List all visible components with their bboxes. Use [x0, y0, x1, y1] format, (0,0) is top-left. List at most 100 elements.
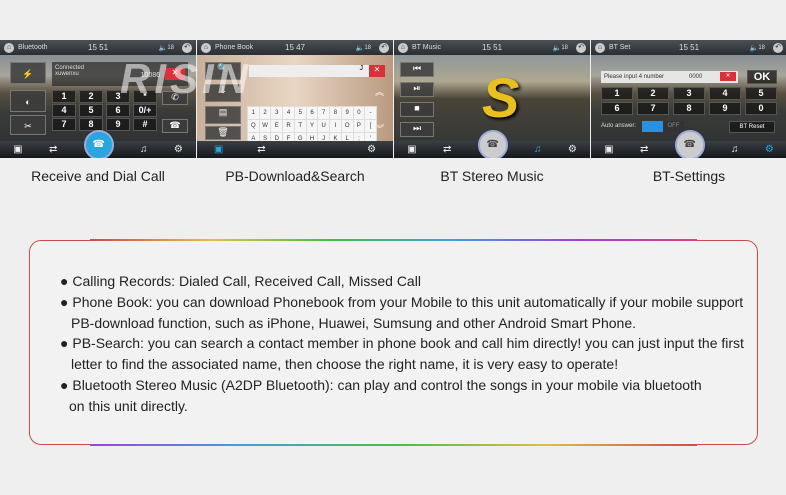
keyboard-key[interactable]: 3 [271, 107, 283, 119]
keypad-key[interactable]: 2 [79, 90, 103, 103]
back-icon[interactable]: ↶ [379, 42, 389, 53]
bottom-bar: ▣ ⇄ ☎ ♫ ⚙ [0, 129, 196, 158]
keypad-key[interactable]: 8 [673, 102, 705, 115]
bottom-bar: ▣ ⇄ ☎ ♫ ⚙ [394, 129, 590, 158]
scroll-up-icon[interactable]: ︽ [375, 85, 384, 98]
caption-settings: BT-Settings [652, 168, 726, 184]
keyboard-key[interactable]: 6 [306, 107, 318, 119]
bt-reset-button[interactable]: BT Reset [729, 121, 775, 133]
delete-icon[interactable]: 🗑 [205, 126, 241, 140]
bluetooth-music-logo: S [482, 66, 520, 129]
feature-item: ● Phone Book: you can download Phonebook… [60, 293, 744, 310]
keypad-key[interactable]: 1 [52, 90, 76, 103]
home-icon[interactable]: ⌂ [595, 42, 605, 53]
caption-dial: Receive and Dial Call [31, 168, 165, 184]
bottom-bar: ▣ ⇄ ⚙ [197, 141, 393, 158]
previous-icon[interactable]: ⏮ [400, 62, 434, 77]
keyboard-key[interactable]: U [318, 120, 330, 132]
dial-icon[interactable]: ☎ [674, 129, 705, 158]
back-icon[interactable]: ↶ [576, 42, 586, 53]
ok-button[interactable]: OK [747, 70, 777, 84]
keyboard-key[interactable]: 2 [259, 107, 271, 119]
keyboard-key[interactable]: 4 [283, 107, 294, 119]
bt-settings-screen: ⌂ BT Set 15 51 🔈 18 ↶ Please input 4 number 00… [591, 40, 786, 158]
disconnect-button[interactable]: ✂ [10, 115, 46, 135]
keyboard-key[interactable]: R [283, 120, 294, 132]
keyboard-key[interactable]: 7 [318, 107, 330, 119]
back-icon[interactable]: ↶ [182, 42, 192, 53]
keyboard-key[interactable]: W [259, 120, 271, 132]
keyboard-key[interactable]: 1 [248, 107, 259, 119]
auto-answer-toggle[interactable]: ON OFF [642, 121, 684, 132]
settings-icon[interactable]: ⚙ [568, 144, 577, 155]
keypad-key[interactable]: 6 [601, 102, 633, 115]
stop-icon[interactable]: ■ [400, 102, 434, 117]
keyboard-key[interactable]: 5 [294, 107, 306, 119]
keyboard-key[interactable]: - [365, 107, 376, 119]
keyboard-key[interactable]: Y [306, 120, 318, 132]
keypad-key[interactable]: 0 [745, 102, 777, 115]
save-icon[interactable]: ▤ [205, 106, 241, 124]
volume-icon[interactable]: 🔈 [750, 44, 759, 52]
call-log-icon[interactable]: ⇄ [49, 144, 57, 155]
call-log-icon[interactable]: ⇄ [640, 144, 648, 155]
keyboard-key[interactable]: Q [248, 120, 259, 132]
delete-icon[interactable]: ✕ [720, 72, 736, 81]
keypad-key[interactable]: 6 [106, 104, 130, 117]
keypad-key[interactable]: 7 [637, 102, 669, 115]
keypad-key[interactable]: 5 [745, 87, 777, 100]
next-icon[interactable]: ⏭ [400, 122, 434, 137]
call-log-icon[interactable]: ⇄ [257, 144, 265, 155]
keypad-key[interactable]: 4 [52, 104, 76, 117]
settings-icon[interactable]: ⚙ [174, 144, 183, 155]
contacts-icon[interactable]: ▣ [604, 144, 613, 155]
contacts-icon[interactable]: ▣ [407, 144, 416, 155]
pin-input[interactable]: Please input 4 number 0000 ✕ [601, 71, 738, 83]
keypad-key[interactable]: # [133, 118, 157, 131]
volume-icon[interactable]: 🔈 [356, 44, 365, 52]
volume-icon[interactable]: 🔈 [159, 44, 168, 52]
keyboard-key[interactable]: 8 [330, 107, 341, 119]
call-log-icon[interactable]: ⇄ [443, 144, 451, 155]
hang-up-button[interactable]: ☎ [162, 119, 188, 133]
music-icon[interactable]: ♫ [534, 144, 542, 155]
keypad-key[interactable]: 3 [673, 87, 705, 100]
volume-icon[interactable]: 🔈 [553, 44, 562, 52]
keypad-key[interactable]: 4 [709, 87, 741, 100]
play-pause-icon[interactable]: ⏯ [400, 82, 434, 97]
keypad-key[interactable]: 5 [79, 104, 103, 117]
connect-button[interactable]: ⚡ [10, 62, 46, 84]
top-bar: ⌂ BT Set 15 51 🔈 18 ↶ [591, 40, 786, 55]
feature-box: ● Calling Records: Dialed Call, Received… [29, 239, 758, 446]
back-icon[interactable]: ↶ [773, 42, 783, 53]
keyboard-key[interactable]: P [353, 120, 365, 132]
home-icon[interactable]: ⌂ [201, 42, 211, 53]
keyboard-key[interactable]: T [294, 120, 306, 132]
keypad-key[interactable]: 0/+ [133, 104, 157, 117]
keyboard-key[interactable]: 9 [341, 107, 353, 119]
contacts-icon[interactable]: ▣ [214, 144, 223, 155]
dial-icon[interactable]: ☎ [83, 129, 114, 158]
settings-icon[interactable]: ⚙ [765, 144, 774, 155]
settings-icon[interactable]: ⚙ [367, 144, 376, 155]
keypad-key[interactable]: 1 [601, 87, 633, 100]
contacts-icon[interactable]: ▣ [13, 144, 22, 155]
audio-switch-button[interactable]: ◐ [10, 90, 46, 112]
keyboard-key[interactable]: I [330, 120, 341, 132]
keypad-key[interactable]: 9 [106, 118, 130, 131]
keypad-key[interactable]: 7 [52, 118, 76, 131]
keyboard-key[interactable]: [ [365, 120, 376, 132]
keypad-key[interactable]: 2 [637, 87, 669, 100]
keyboard-key[interactable]: 0 [353, 107, 365, 119]
feature-list: ● Calling Records: Dialed Call, Received… [60, 273, 744, 414]
search-input[interactable]: J [249, 65, 385, 77]
clear-icon[interactable]: ✕ [369, 65, 385, 77]
keyboard-key[interactable]: O [341, 120, 353, 132]
keyboard-key[interactable]: E [271, 120, 283, 132]
music-icon[interactable]: ♫ [731, 144, 739, 155]
music-icon[interactable]: ♫ [140, 144, 148, 155]
keypad-key[interactable]: 9 [709, 102, 741, 115]
home-icon[interactable]: ⌂ [398, 42, 408, 53]
home-icon[interactable]: ⌂ [4, 42, 14, 53]
dial-icon[interactable]: ☎ [477, 129, 508, 158]
